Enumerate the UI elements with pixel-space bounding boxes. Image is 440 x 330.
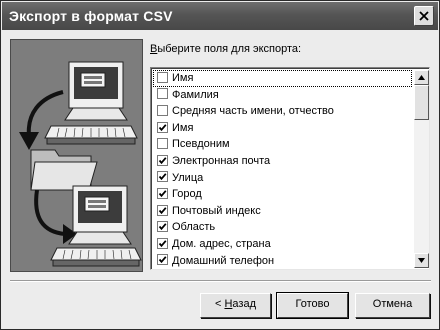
field-label: Почтовый индекс [172, 204, 261, 217]
back-button[interactable]: < Назад [200, 293, 271, 318]
field-checkbox[interactable] [157, 154, 168, 166]
field-label: Улица [172, 171, 204, 184]
field-item[interactable]: Псевдоним [153, 136, 412, 153]
field-checkbox[interactable] [157, 237, 168, 249]
field-checkbox[interactable] [157, 104, 168, 116]
cancel-button-label: Отмена [372, 298, 413, 310]
arrow-up-icon [418, 75, 425, 80]
folder-icon [30, 149, 98, 191]
window-title: Экспорт в формат CSV [9, 8, 173, 24]
field-checkbox[interactable] [157, 254, 168, 266]
close-button[interactable] [414, 6, 434, 26]
field-checkbox[interactable] [157, 71, 168, 83]
fields-label: Выберите поля для экспорта: [150, 43, 301, 55]
export-illustration [10, 39, 143, 272]
field-label: Город [172, 188, 202, 201]
checkmark-icon [158, 256, 167, 264]
field-label: Средняя часть имени, отчество [172, 105, 334, 118]
field-label: Домашний телефон [172, 254, 275, 267]
list-scrollbar[interactable] [414, 70, 429, 268]
field-checkbox[interactable] [157, 138, 168, 150]
field-item[interactable]: Почтовый индекс [153, 203, 412, 220]
field-label: Дом. адрес, страна [172, 237, 271, 250]
checkmark-icon [158, 123, 167, 131]
field-item[interactable]: Домашний телефон [153, 253, 412, 268]
field-label: Фамилия [172, 88, 219, 101]
field-item[interactable]: Дом. адрес, страна [153, 236, 412, 253]
back-button-text: азад [232, 298, 256, 310]
checkmark-icon [158, 190, 167, 198]
field-label: Область [172, 221, 216, 234]
checkmark-icon [158, 223, 167, 231]
field-label: Псевдоним [172, 138, 230, 151]
fields-listbox[interactable]: Имя Фамилия Средняя часть имени, отчеств… [150, 67, 430, 270]
field-checkbox[interactable] [157, 171, 168, 183]
field-item[interactable]: Город [153, 186, 412, 203]
field-item[interactable]: Имя [153, 70, 412, 87]
field-checkbox[interactable] [157, 121, 168, 133]
arrow-down-small-icon [418, 258, 425, 263]
scroll-up-button[interactable] [414, 70, 429, 85]
field-item[interactable]: Улица [153, 170, 412, 187]
field-item[interactable]: Электронная почта [153, 153, 412, 170]
finish-button[interactable]: Готово [277, 293, 348, 318]
checkmark-icon [158, 206, 167, 214]
field-label: Имя [172, 72, 194, 84]
field-checkbox[interactable] [157, 204, 168, 216]
field-item[interactable]: Имя [153, 120, 412, 137]
checkmark-icon [158, 173, 167, 181]
field-label: Электронная почта [172, 154, 271, 167]
checkmark-icon [158, 239, 167, 247]
field-item[interactable]: Область [153, 219, 412, 236]
scroll-thumb[interactable] [414, 85, 429, 120]
finish-button-label: Готово [295, 298, 330, 310]
arrow-right-icon [34, 189, 77, 244]
scroll-down-button[interactable] [414, 253, 429, 268]
field-checkbox[interactable] [157, 88, 168, 100]
cancel-button[interactable]: Отмена [355, 293, 430, 318]
field-item[interactable]: Средняя часть имени, отчество [153, 103, 412, 120]
checkmark-icon [158, 156, 167, 164]
field-checkbox[interactable] [157, 187, 168, 199]
field-checkbox[interactable] [157, 221, 168, 233]
title-bar: Экспорт в формат CSV [2, 2, 438, 30]
field-label: Имя [172, 121, 194, 134]
fields-label-text: ыберите поля для экспорта: [157, 43, 302, 55]
close-icon [419, 11, 429, 21]
source-computer-icon [44, 61, 138, 145]
field-item[interactable]: Фамилия [153, 87, 412, 104]
divider [10, 280, 431, 282]
export-csv-dialog: Экспорт в формат CSV Выберите поля для э… [0, 0, 440, 330]
fields-list: Имя Фамилия Средняя часть имени, отчеств… [153, 70, 412, 268]
